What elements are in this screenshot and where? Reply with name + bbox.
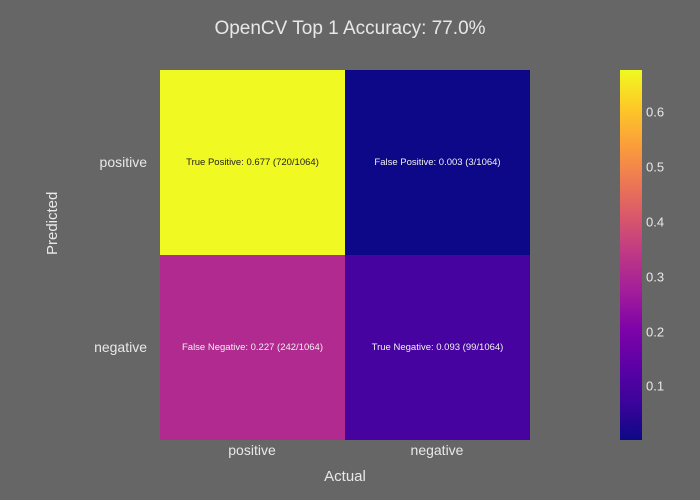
y-tick-positive: positive <box>100 154 147 170</box>
cell-false-positive: False Positive: 0.003 (3/1064) <box>345 70 530 255</box>
x-tick-labels: positive negative <box>160 442 530 462</box>
x-tick-negative: negative <box>411 442 464 458</box>
cell-label: False Negative: 0.227 (242/1064) <box>178 338 327 357</box>
heatmap-grid: True Positive: 0.677 (720/1064) False Po… <box>160 70 530 440</box>
cell-true-negative: True Negative: 0.093 (99/1064) <box>345 255 530 440</box>
colorbar-tick: 0.2 <box>646 325 664 340</box>
colorbar-tick: 0.6 <box>646 105 664 120</box>
colorbar <box>620 70 642 440</box>
colorbar-tick: 0.3 <box>646 270 664 285</box>
cell-label: True Positive: 0.677 (720/1064) <box>182 153 323 172</box>
colorbar-tick: 0.4 <box>646 215 664 230</box>
cell-label: False Positive: 0.003 (3/1064) <box>370 153 504 172</box>
colorbar-ticks: 0.1 0.2 0.3 0.4 0.5 0.6 <box>646 70 686 440</box>
chart-title: OpenCV Top 1 Accuracy: 77.0% <box>0 18 700 40</box>
colorbar-tick: 0.5 <box>646 160 664 175</box>
x-tick-positive: positive <box>228 442 275 458</box>
cell-label: True Negative: 0.093 (99/1064) <box>368 338 508 357</box>
cell-false-negative: False Negative: 0.227 (242/1064) <box>160 255 345 440</box>
cell-true-positive: True Positive: 0.677 (720/1064) <box>160 70 345 255</box>
y-tick-labels: positive negative <box>0 70 155 440</box>
y-tick-negative: negative <box>94 339 147 355</box>
colorbar-tick: 0.1 <box>646 379 664 394</box>
x-axis-title: Actual <box>160 468 530 485</box>
